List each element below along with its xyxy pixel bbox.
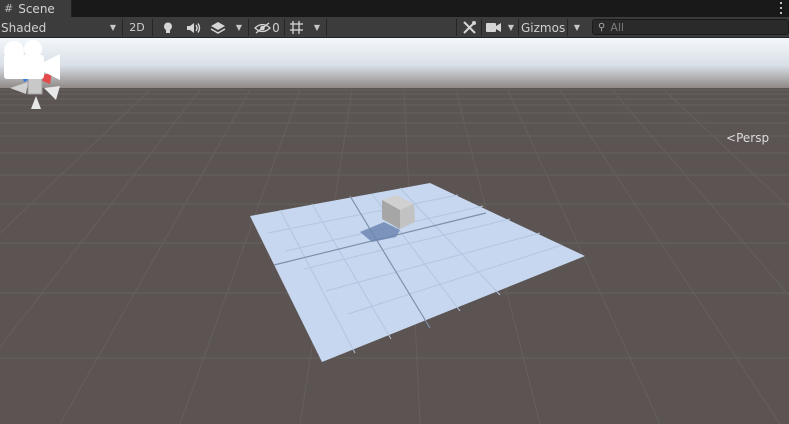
chevron-down-icon: ▼ xyxy=(235,23,243,32)
separator xyxy=(518,19,519,36)
lighting-toggle[interactable] xyxy=(158,18,178,37)
skybox xyxy=(0,38,789,88)
separator xyxy=(122,19,123,36)
mode-2d-button[interactable]: 2D xyxy=(125,18,149,37)
separator xyxy=(567,19,568,36)
tools-icon xyxy=(462,21,476,34)
mode-2d-label: 2D xyxy=(129,21,145,34)
separator xyxy=(481,19,482,36)
axis-neg-z-cone[interactable] xyxy=(44,86,60,100)
grid-dropdown[interactable]: ▼ xyxy=(310,18,324,37)
gizmos-button[interactable]: Gizmos xyxy=(520,18,566,37)
projection-toggle[interactable]: <Persp xyxy=(726,131,769,145)
tools-button[interactable] xyxy=(459,18,479,37)
gizmos-dropdown[interactable]: ▼ xyxy=(569,18,585,37)
chevron-down-icon: ▼ xyxy=(573,23,581,32)
draw-mode-dropdown[interactable]: Shaded ▼ xyxy=(0,18,120,37)
persp-label: Persp xyxy=(736,131,770,145)
scene-render xyxy=(0,38,789,424)
grid-toggle[interactable] xyxy=(286,18,306,37)
scene-grid-icon: # xyxy=(4,2,14,15)
chevron-down-icon: ▼ xyxy=(109,23,116,32)
chevron-down-icon: ▼ xyxy=(313,23,321,32)
chevron-down-icon: ▼ xyxy=(507,23,514,32)
camera-icon xyxy=(486,23,501,32)
effects-icon xyxy=(210,21,226,34)
tab-bar: # Scene xyxy=(0,0,789,17)
hidden-objects-toggle[interactable]: 0 xyxy=(252,18,282,37)
search-input[interactable]: ⚲ All xyxy=(592,19,789,35)
tab-scene[interactable]: # Scene xyxy=(0,0,72,17)
scene-viewport[interactable]: y <Persp xyxy=(0,38,789,424)
visibility-icon xyxy=(254,21,272,34)
camera-settings-dropdown[interactable]: ▼ xyxy=(484,18,516,37)
tab-scene-label: Scene xyxy=(18,1,55,16)
axis-neg-y-cone[interactable] xyxy=(31,96,41,109)
audio-icon xyxy=(186,22,200,33)
persp-arrow: < xyxy=(726,131,737,145)
audio-toggle[interactable] xyxy=(183,18,203,37)
search-placeholder: All xyxy=(610,20,624,34)
scene-toolbar: Shaded ▼ 2D ▼ 0 ▼ ▼ Gizmos ▼ ⚲ All xyxy=(0,17,789,38)
more-menu-icon[interactable] xyxy=(776,1,786,15)
separator xyxy=(284,19,285,36)
search-icon: ⚲ xyxy=(598,21,606,33)
hidden-count: 0 xyxy=(272,20,280,35)
gizmos-label: Gizmos xyxy=(521,20,566,35)
grid-snap-icon xyxy=(289,21,303,34)
separator xyxy=(248,19,249,36)
draw-mode-label: Shaded xyxy=(1,20,47,35)
lighting-icon xyxy=(164,22,172,33)
separator xyxy=(152,19,153,36)
separator xyxy=(456,19,457,36)
ground-plane xyxy=(250,183,585,362)
effects-toggle[interactable] xyxy=(207,18,229,37)
separator xyxy=(326,19,327,36)
scene-camera-icon xyxy=(4,40,60,80)
effects-dropdown[interactable]: ▼ xyxy=(232,18,246,37)
